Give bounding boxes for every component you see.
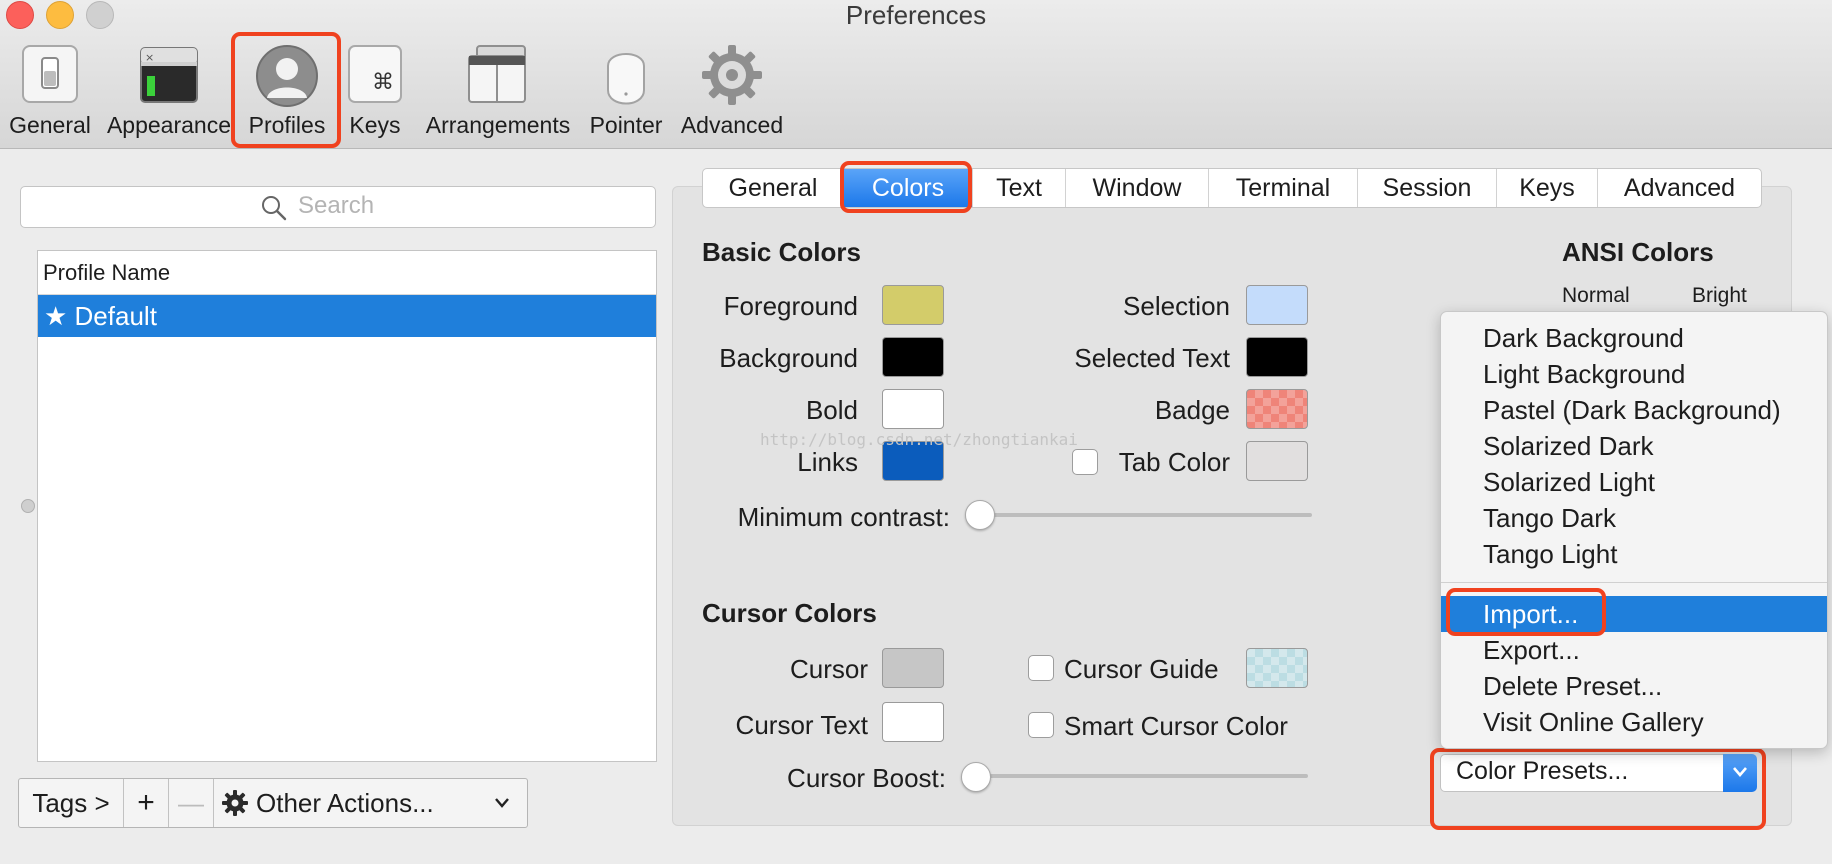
profile-name-column-header[interactable]: Profile Name: [38, 251, 656, 295]
tab-session[interactable]: Session: [1358, 169, 1497, 207]
menu-separator: [1441, 582, 1827, 583]
ansi-normal-label: Normal: [1562, 284, 1630, 307]
switch-icon: [22, 45, 78, 103]
foreground-label: Foreground: [723, 291, 858, 321]
profile-search-field[interactable]: Search: [20, 186, 656, 228]
menu-item-export[interactable]: Export...: [1441, 632, 1827, 668]
toolbar-keys[interactable]: ⌘ Keys: [342, 44, 408, 144]
minimum-contrast-slider[interactable]: [965, 500, 995, 530]
smart-cursor-color-checkbox[interactable]: [1028, 712, 1054, 738]
background-color-well[interactable]: [882, 337, 944, 377]
ansi-colors-heading: ANSI Colors: [1562, 237, 1714, 267]
command-glyph: ⌘: [372, 70, 394, 95]
badge-label: Badge: [1154, 395, 1230, 425]
tab-text[interactable]: Text: [973, 169, 1066, 207]
menu-item-solarized-dark[interactable]: Solarized Dark: [1441, 428, 1827, 464]
profile-row-default[interactable]: ★ Default: [38, 295, 656, 337]
background-label: Background: [719, 343, 858, 373]
svg-text:×: ×: [145, 51, 154, 64]
selection-label: Selection: [1123, 291, 1230, 321]
color-presets-menu: Dark Background Light Background Pastel …: [1440, 311, 1828, 749]
highlight-box-import: [1446, 588, 1606, 636]
tab-advanced[interactable]: Advanced: [1598, 169, 1761, 207]
tab-terminal[interactable]: Terminal: [1209, 169, 1358, 207]
chevron-down-icon: [495, 798, 509, 808]
cursor-text-color-well[interactable]: [882, 702, 944, 742]
search-icon: [262, 196, 287, 221]
tab-color-well[interactable]: [1246, 441, 1308, 481]
menu-item-light-background[interactable]: Light Background: [1441, 356, 1827, 392]
command-key-icon: ⌘: [348, 45, 402, 103]
gear-icon: [222, 790, 248, 816]
profile-list: Profile Name ★ Default: [37, 250, 657, 762]
cursor-boost-track[interactable]: [974, 774, 1308, 778]
watermark-text: http://blog.csdn.net/zhongtiankai: [760, 430, 1078, 449]
cursor-boost-label: Cursor Boost:: [787, 763, 946, 793]
tab-color-label: Tab Color: [1118, 447, 1230, 477]
toolbar-pointer-label: Pointer: [589, 112, 663, 138]
menu-item-delete-preset[interactable]: Delete Preset...: [1441, 668, 1827, 704]
toolbar-pointer[interactable]: Pointer: [584, 44, 668, 144]
remove-profile-button[interactable]: —: [169, 779, 214, 827]
highlight-box-colors-tab: [840, 161, 972, 213]
tab-general[interactable]: General: [703, 169, 844, 207]
links-label: Links: [797, 447, 858, 477]
menu-item-dark-background[interactable]: Dark Background: [1441, 320, 1827, 356]
minimum-contrast-track[interactable]: [980, 513, 1312, 517]
search-placeholder: Search: [298, 192, 375, 219]
toolbar-advanced[interactable]: Advanced: [676, 44, 788, 144]
window-arrangement-icon: [468, 45, 526, 103]
gear-icon: [702, 45, 762, 105]
cursor-guide-color-well[interactable]: [1246, 648, 1308, 688]
cursor-guide-checkbox[interactable]: [1028, 655, 1054, 681]
toolbar-appearance-label: Appearance: [106, 112, 232, 138]
cursor-boost-slider[interactable]: [961, 762, 991, 792]
toolbar-general-label: General: [9, 112, 91, 138]
menu-item-tango-dark[interactable]: Tango Dark: [1441, 500, 1827, 536]
minimum-contrast-label: Minimum contrast:: [737, 502, 950, 532]
cursor-label: Cursor: [789, 654, 868, 684]
tags-button[interactable]: Tags >: [19, 779, 124, 827]
cursor-guide-label: Cursor Guide: [1064, 654, 1219, 684]
menu-item-tango-light[interactable]: Tango Light: [1441, 536, 1827, 572]
profile-actions-bar: Tags > + — Other Actions...: [18, 778, 528, 828]
tab-window[interactable]: Window: [1066, 169, 1209, 207]
highlight-box-color-presets: [1430, 748, 1766, 830]
foreground-color-well[interactable]: [882, 285, 944, 325]
toolbar-arrangements[interactable]: Arrangements: [420, 44, 576, 144]
basic-colors-heading: Basic Colors: [702, 237, 861, 267]
other-actions-label: Other Actions...: [256, 788, 434, 818]
toolbar-general[interactable]: General: [4, 44, 96, 144]
selection-color-well[interactable]: [1246, 285, 1308, 325]
tab-color-checkbox[interactable]: [1072, 449, 1098, 475]
highlight-box-profiles: [231, 32, 341, 148]
ansi-bright-label: Bright: [1692, 284, 1747, 307]
toolbar-appearance[interactable]: × Appearance: [104, 44, 234, 144]
terminal-window-icon: ×: [140, 47, 198, 103]
menu-item-pastel-dark-background[interactable]: Pastel (Dark Background): [1441, 392, 1827, 428]
cursor-color-well[interactable]: [882, 648, 944, 688]
menu-item-solarized-light[interactable]: Solarized Light: [1441, 464, 1827, 500]
other-actions-menu[interactable]: Other Actions...: [214, 779, 527, 827]
tab-keys[interactable]: Keys: [1497, 169, 1598, 207]
selected-text-color-well[interactable]: [1246, 337, 1308, 377]
toolbar-arrangements-label: Arrangements: [425, 112, 571, 138]
menu-item-visit-online-gallery[interactable]: Visit Online Gallery: [1441, 704, 1827, 740]
toolbar-keys-label: Keys: [349, 112, 401, 138]
smart-cursor-color-label: Smart Cursor Color: [1064, 711, 1288, 741]
mouse-icon: [607, 53, 645, 105]
badge-color-well[interactable]: [1246, 389, 1308, 429]
cursor-text-label: Cursor Text: [735, 710, 868, 740]
bold-color-well[interactable]: [882, 389, 944, 429]
window-title: Preferences: [845, 0, 987, 30]
bold-label: Bold: [805, 395, 858, 425]
toolbar-advanced-label: Advanced: [680, 112, 784, 138]
cursor-colors-heading: Cursor Colors: [702, 598, 877, 628]
add-profile-button[interactable]: +: [124, 779, 169, 827]
split-view-handle[interactable]: [21, 499, 35, 513]
selected-text-label: Selected Text: [1074, 343, 1230, 373]
